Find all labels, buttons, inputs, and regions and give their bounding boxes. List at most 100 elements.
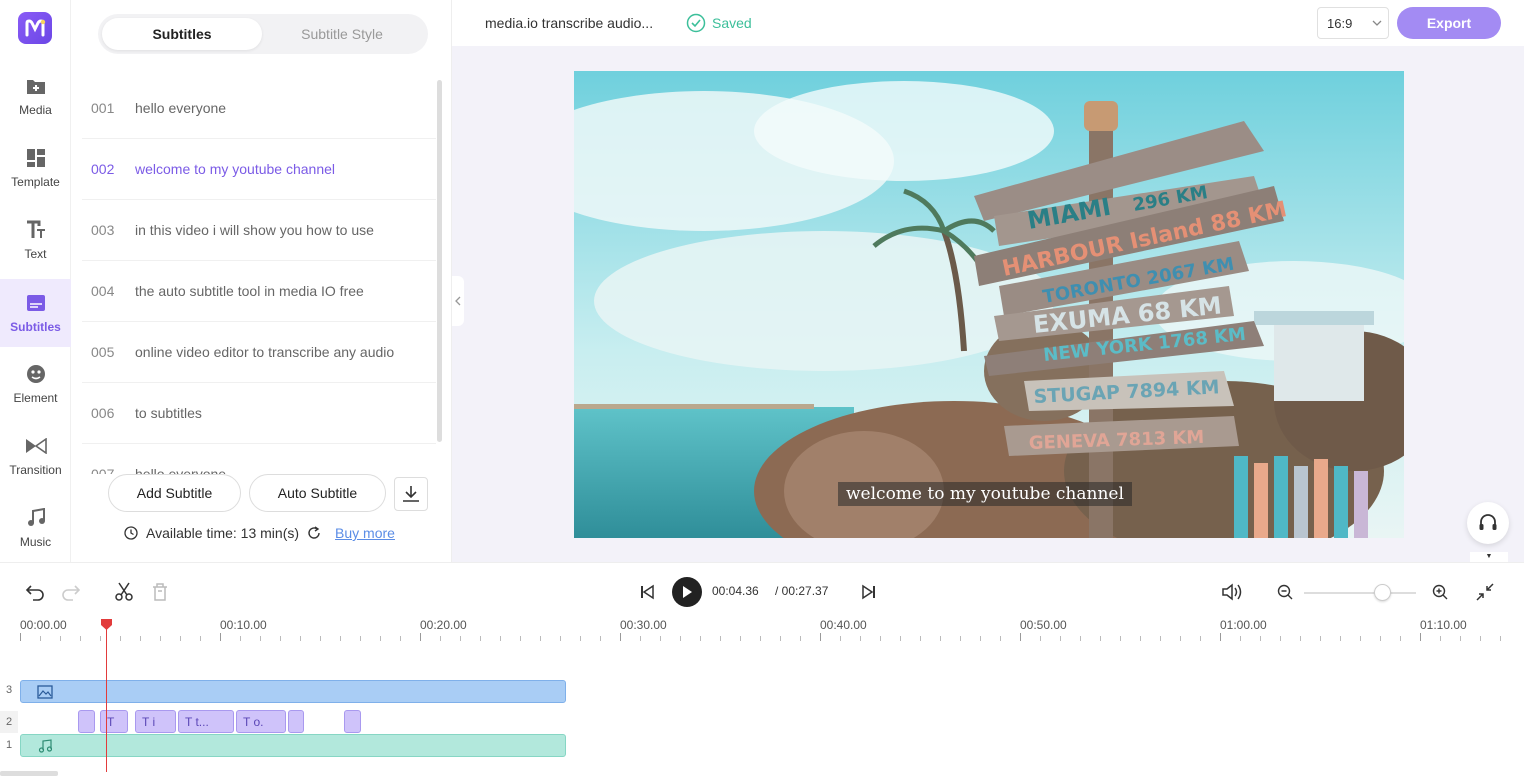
rail-item-element[interactable]: Element — [0, 350, 71, 418]
ruler-tick — [1340, 636, 1341, 641]
download-subtitle-button[interactable] — [394, 477, 428, 511]
aspect-ratio-select[interactable]: 16:9 — [1317, 7, 1389, 39]
delete-button[interactable] — [148, 581, 172, 603]
ruler-tick — [600, 636, 601, 641]
video-frame[interactable]: MIAMI 296 KM HARBOUR Island 88 KM TORONT… — [574, 71, 1404, 538]
timeline-horizontal-scrollbar[interactable] — [0, 771, 58, 776]
mediaio-logo[interactable] — [18, 12, 52, 44]
rail-item-transition[interactable]: Transition — [0, 422, 71, 490]
collapse-arrows-icon — [1476, 583, 1494, 601]
text-clip[interactable]: T i — [135, 710, 176, 733]
ruler-tick — [1140, 636, 1141, 641]
ruler-tick — [500, 636, 501, 641]
music-note-icon — [25, 507, 47, 529]
ruler-tick — [960, 636, 961, 641]
ruler-label: 00:50.00 — [1020, 618, 1067, 632]
auto-subtitle-button[interactable]: Auto Subtitle — [249, 474, 386, 512]
ruler-tick — [800, 636, 801, 641]
track-number: 2 — [0, 711, 18, 733]
subtitle-text: hello everyone — [135, 100, 227, 116]
subtitle-row[interactable]: 001 hello everyone — [82, 78, 436, 139]
ruler-tick — [240, 636, 241, 641]
tab-subtitles[interactable]: Subtitles — [102, 18, 262, 50]
export-button[interactable]: Export — [1397, 7, 1501, 39]
rail-item-subtitles[interactable]: Subtitles — [0, 279, 71, 347]
ruler-tick — [100, 636, 101, 641]
subtitle-number: 003 — [91, 222, 115, 238]
tab-subtitle-style[interactable]: Subtitle Style — [262, 18, 422, 50]
chevron-left-icon — [455, 296, 461, 306]
support-headset-button[interactable] — [1467, 502, 1509, 544]
ruler-tick — [1360, 636, 1361, 641]
skip-back-button[interactable] — [636, 581, 658, 603]
buy-more-link[interactable]: Buy more — [335, 525, 395, 541]
collapse-panel-handle[interactable] — [452, 276, 464, 326]
ruler-label: 01:10.00 — [1420, 618, 1467, 632]
rail-item-text[interactable]: Text — [0, 206, 71, 274]
ruler-tick — [980, 636, 981, 641]
ruler-tick — [1160, 636, 1161, 641]
text-clip[interactable]: T o. — [236, 710, 286, 733]
text-clip[interactable] — [288, 710, 304, 733]
ruler-tick — [700, 636, 701, 641]
ruler-tick — [1440, 636, 1441, 641]
rail-item-media[interactable]: Media — [0, 62, 71, 130]
image-clip[interactable] — [20, 680, 566, 703]
zoom-in-icon — [1432, 584, 1448, 600]
rail-label-text: Text — [24, 247, 47, 261]
redo-button[interactable] — [60, 581, 82, 603]
expand-arrow-icon[interactable]: ▼ — [1470, 552, 1508, 562]
text-clip[interactable]: T — [100, 710, 128, 733]
zoom-slider-handle[interactable] — [1374, 584, 1391, 601]
subtitle-row[interactable]: 006 to subtitles — [82, 383, 436, 444]
subtitle-row[interactable]: 005 online video editor to transcribe an… — [82, 322, 436, 383]
zoom-slider-track[interactable] — [1304, 592, 1416, 594]
ruler-tick — [740, 636, 741, 641]
play-icon — [683, 586, 692, 598]
top-bar: media.io transcribe audio... Saved 16:9 … — [452, 0, 1524, 46]
text-clip[interactable]: T t... — [178, 710, 234, 733]
ruler-tick — [1060, 636, 1061, 641]
ruler-tick — [140, 636, 141, 641]
ruler-label: 00:10.00 — [220, 618, 267, 632]
ruler-tick — [560, 636, 561, 641]
ruler-tick — [580, 636, 581, 641]
subtitle-row[interactable]: 003 in this video i will show you how to… — [82, 200, 436, 261]
rail-label-element: Element — [13, 391, 58, 405]
ruler-tick — [260, 636, 261, 641]
ruler-tick — [200, 636, 201, 641]
subtitle-row-active[interactable]: 002 welcome to my youtube channel — [82, 139, 436, 200]
zoom-out-button[interactable] — [1275, 582, 1295, 602]
add-subtitle-button[interactable]: Add Subtitle — [108, 474, 241, 512]
text-clip[interactable] — [344, 710, 361, 733]
volume-button[interactable] — [1220, 581, 1244, 603]
audio-clip[interactable] — [20, 734, 566, 757]
rail-label-music: Music — [19, 535, 52, 549]
zoom-in-button[interactable] — [1430, 582, 1450, 602]
subtitle-list-scrollbar[interactable] — [437, 80, 442, 442]
logo-m-icon — [25, 19, 46, 37]
undo-button[interactable] — [24, 581, 46, 603]
refresh-icon[interactable] — [307, 526, 321, 540]
play-button[interactable] — [672, 577, 702, 607]
ruler-tick — [660, 636, 661, 641]
rail-item-music[interactable]: Music — [0, 494, 71, 562]
music-note-icon — [38, 739, 52, 753]
ruler-tick — [420, 633, 421, 641]
chevron-down-icon — [1372, 20, 1382, 26]
ruler-tick — [80, 636, 81, 641]
panel-tab-switch: Subtitles Subtitle Style — [98, 14, 428, 54]
ruler-tick — [1280, 636, 1281, 641]
playhead-line[interactable] — [106, 620, 107, 772]
editor-app: Media Template Text Subtitles Element Tr… — [0, 0, 1524, 776]
timeline-ruler[interactable]: 00:00.00 00:10.00 00:20.00 00:30.00 00:4… — [0, 618, 1524, 648]
skip-forward-button[interactable] — [858, 581, 880, 603]
fit-timeline-button[interactable] — [1474, 581, 1496, 603]
project-title[interactable]: media.io transcribe audio... — [485, 15, 653, 31]
split-button[interactable] — [112, 581, 136, 603]
subtitle-row[interactable]: 007 hello everyone — [82, 444, 436, 474]
subtitle-row[interactable]: 004 the auto subtitle tool in media IO f… — [82, 261, 436, 322]
rail-item-template[interactable]: Template — [0, 134, 71, 202]
subtitle-caption-overlay[interactable]: welcome to my youtube channel — [838, 482, 1132, 506]
text-clip[interactable] — [78, 710, 95, 733]
